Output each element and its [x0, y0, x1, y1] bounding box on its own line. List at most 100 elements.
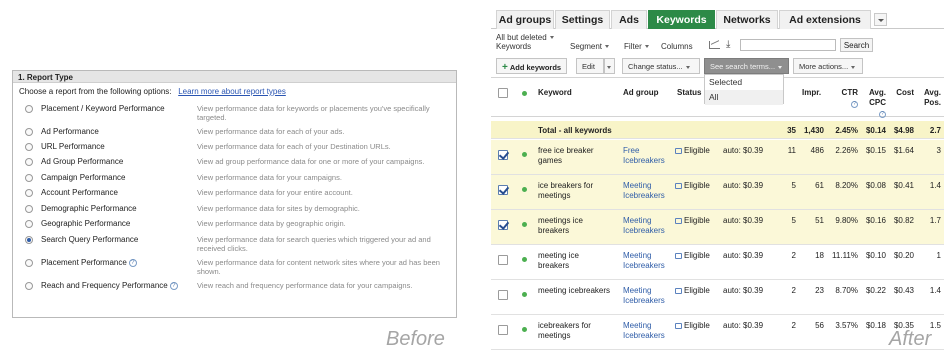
report-option-radio[interactable]	[25, 282, 33, 290]
ad-group-link[interactable]: Meeting Icebreakers	[623, 321, 665, 341]
report-option-label[interactable]: Placement Performance?	[41, 258, 137, 267]
speech-bubble-icon[interactable]	[675, 218, 682, 224]
report-option-label[interactable]: Reach and Frequency Performance?	[41, 281, 178, 290]
table-row[interactable]: ice breakers for meetings Meeting Icebreake…	[491, 175, 944, 210]
dropdown-item-selected[interactable]: Selected	[705, 75, 783, 90]
speech-bubble-icon[interactable]	[675, 323, 682, 329]
search-input[interactable]	[740, 39, 836, 51]
tab-ad-extensions[interactable]: Ad extensions	[779, 10, 871, 29]
chart-icon[interactable]	[709, 41, 720, 49]
table-row[interactable]: icebreakers for meetings Meeting Icebreaker…	[491, 315, 944, 350]
tab-keywords[interactable]: Keywords	[648, 10, 715, 29]
max-cpc-bid[interactable]: auto: $0.39	[723, 321, 763, 331]
tab-networks[interactable]: Networks	[716, 10, 778, 29]
change-status-button[interactable]: Change status...	[622, 58, 700, 74]
keyword-cell[interactable]: ice breakers for meetings	[538, 181, 593, 201]
status-cell[interactable]: Eligible	[675, 286, 710, 296]
add-keywords-button[interactable]: + Add keywords	[496, 58, 567, 74]
report-option-label[interactable]: Geographic Performance	[41, 219, 130, 228]
max-cpc-bid[interactable]: auto: $0.39	[723, 216, 763, 226]
max-cpc-bid[interactable]: auto: $0.39	[723, 251, 763, 261]
max-cpc-bid[interactable]: auto: $0.39	[723, 181, 763, 191]
status-cell[interactable]: Eligible	[675, 216, 710, 226]
keyword-cell[interactable]: icebreakers for meetings	[538, 321, 591, 341]
max-cpc-bid[interactable]: auto: $0.39	[723, 286, 763, 296]
report-option-label[interactable]: Campaign Performance	[41, 173, 125, 182]
speech-bubble-icon[interactable]	[675, 288, 682, 294]
keyword-cell[interactable]: meetings ice breakers	[538, 216, 583, 236]
row-checkbox[interactable]	[498, 325, 508, 335]
ad-group-link[interactable]: Meeting Icebreakers	[623, 181, 665, 201]
report-option-radio[interactable]	[25, 205, 33, 213]
col-impr[interactable]: Impr.	[802, 88, 821, 98]
tab-settings[interactable]: Settings	[555, 10, 610, 29]
report-option-radio[interactable]	[25, 220, 33, 228]
filter-menu[interactable]: Filter	[624, 42, 649, 51]
report-option-label[interactable]: Account Performance	[41, 188, 118, 197]
ad-group-link[interactable]: Meeting Icebreakers	[623, 286, 665, 306]
tab-ads[interactable]: Ads	[611, 10, 647, 29]
col-avg-cpc[interactable]: Avg. CPC?	[865, 88, 886, 118]
keyword-cell[interactable]: free ice breaker games	[538, 146, 594, 166]
col-ctr[interactable]: CTR?	[838, 88, 858, 108]
report-option-radio[interactable]	[25, 105, 33, 113]
keyword-cell[interactable]: meeting icebreakers	[538, 286, 610, 296]
report-option-radio[interactable]	[25, 174, 33, 182]
search-button[interactable]: Search	[840, 38, 873, 52]
help-icon[interactable]: ?	[169, 281, 178, 290]
speech-bubble-icon[interactable]	[675, 148, 682, 154]
col-ad-group[interactable]: Ad group	[623, 88, 659, 98]
ad-group-link[interactable]: Meeting Icebreakers	[623, 251, 665, 271]
status-cell[interactable]: Eligible	[675, 321, 710, 331]
col-keyword[interactable]: Keyword	[538, 88, 572, 98]
dropdown-item-all[interactable]: All	[705, 90, 783, 105]
ctr-help[interactable]: ?	[838, 98, 858, 108]
more-actions-button[interactable]: More actions...	[793, 58, 863, 74]
report-option-label[interactable]: Ad Performance	[41, 127, 99, 136]
cpc-help[interactable]: ?	[865, 108, 886, 118]
row-checkbox[interactable]	[498, 185, 508, 195]
row-checkbox[interactable]	[498, 220, 508, 230]
edit-dropdown-button[interactable]	[604, 58, 615, 74]
learn-more-link[interactable]: Learn more about report types	[178, 87, 286, 96]
row-checkbox[interactable]	[498, 255, 508, 265]
row-checkbox[interactable]	[498, 290, 508, 300]
speech-bubble-icon[interactable]	[675, 183, 682, 189]
table-row[interactable]: meeting icebreakers MeetingIcebreakers Eli…	[491, 245, 944, 280]
see-search-terms-button[interactable]: See search terms...	[704, 58, 789, 74]
status-scope-select[interactable]: All but deleted Keywords	[496, 33, 554, 51]
report-option-label[interactable]: Search Query Performance	[41, 235, 138, 244]
report-option-radio[interactable]	[25, 259, 33, 267]
download-icon[interactable]: ⤓	[726, 39, 730, 50]
ad-group-link[interactable]: Meeting Icebreakers	[623, 216, 665, 236]
status-cell[interactable]: Eligible	[675, 181, 710, 191]
table-row[interactable]: meeting icebreakers MeetingIcebreakers Eli…	[491, 280, 944, 315]
ad-group-link[interactable]: Free Icebreakers	[623, 146, 665, 166]
columns-menu[interactable]: Columns	[661, 42, 693, 51]
report-option-radio[interactable]	[25, 158, 33, 166]
table-row[interactable]: meetings ice breakers Meeting Icebreakers El…	[491, 210, 944, 245]
report-option-radio[interactable]	[25, 128, 33, 136]
status-cell[interactable]: Eligible	[675, 251, 710, 261]
speech-bubble-icon[interactable]	[675, 253, 682, 259]
report-option-label[interactable]: Placement / Keyword Performance	[41, 104, 165, 113]
row-checkbox[interactable]	[498, 150, 508, 160]
select-all-checkbox[interactable]	[498, 88, 508, 98]
report-option-label[interactable]: Demographic Performance	[41, 204, 137, 213]
segment-menu[interactable]: Segment	[570, 42, 610, 51]
table-row[interactable]: free ice breaker games Free Icebreakers Elig…	[491, 140, 944, 175]
report-option-label[interactable]: Ad Group Performance	[41, 157, 123, 166]
col-avg-pos[interactable]: Avg. Pos.	[919, 88, 941, 108]
col-status[interactable]: Status	[677, 88, 701, 98]
edit-button[interactable]: Edit	[576, 58, 604, 74]
max-cpc-bid[interactable]: auto: $0.39	[723, 146, 763, 156]
report-option-radio[interactable]	[25, 236, 33, 244]
report-option-radio[interactable]	[25, 143, 33, 151]
report-option-label[interactable]: URL Performance	[41, 142, 105, 151]
tab-ad-groups[interactable]: Ad groups	[496, 10, 554, 29]
col-cost[interactable]: Cost	[891, 88, 914, 98]
keyword-cell[interactable]: meeting icebreakers	[538, 251, 579, 271]
report-option-radio[interactable]	[25, 189, 33, 197]
help-icon[interactable]: ?	[128, 258, 137, 267]
tabs-overflow-button[interactable]	[874, 13, 887, 26]
